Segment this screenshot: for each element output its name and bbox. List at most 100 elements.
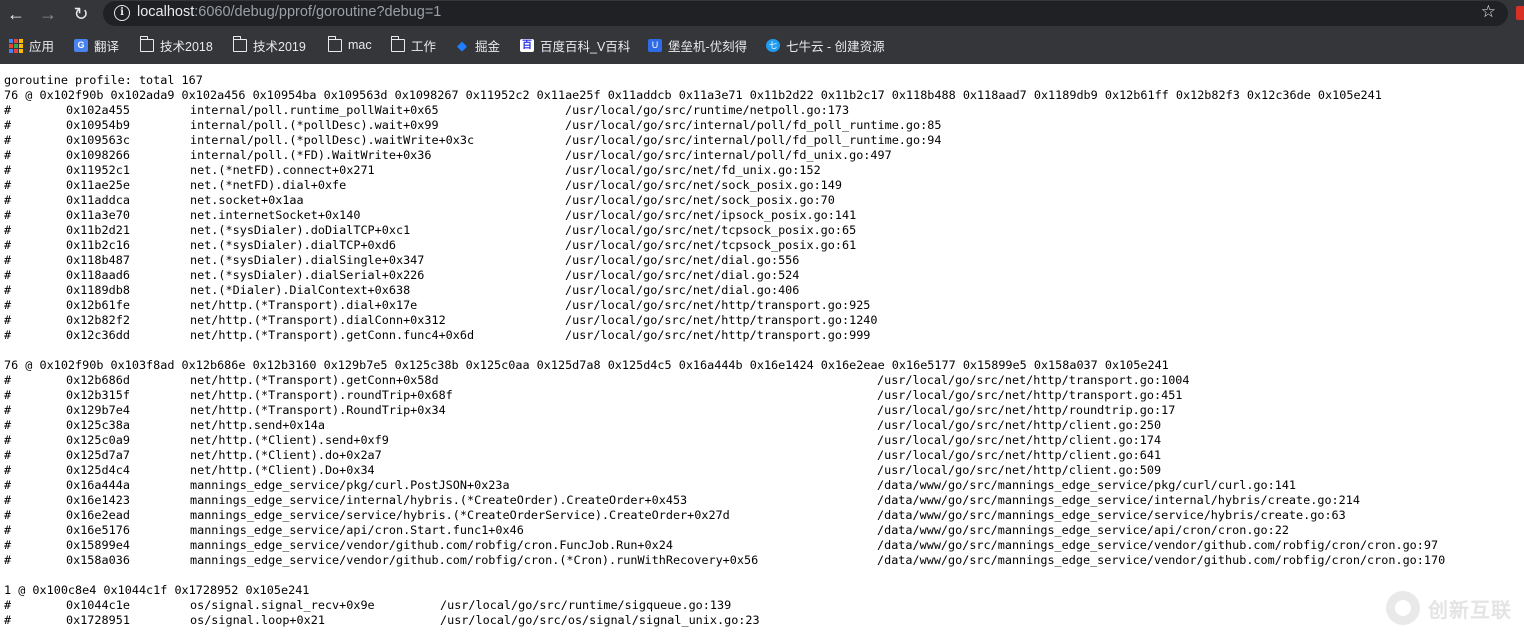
frame-source-path: /usr/local/go/src/internal/poll/fd_poll_…: [565, 118, 942, 132]
profile-text: goroutine profile: total 167 76 @ 0x102f…: [4, 73, 1445, 628]
stack-frame: #0x1728951 os/signal.loop+0x21/usr/local/…: [4, 613, 1382, 628]
bookmark-label: 应用: [29, 39, 55, 54]
frame-function: mannings_edge_service/internal/hybris.(*…: [190, 493, 688, 507]
bookmark-ucloud[interactable]: U 堡垒机-优刻得: [648, 33, 747, 57]
frame-marker: #: [4, 598, 12, 612]
bookmark-label: 技术2018: [160, 39, 213, 54]
frame-marker: #: [4, 478, 12, 492]
frame-source-path: /usr/local/go/src/net/dial.go:556: [565, 253, 800, 267]
stack-frame: #0x125c38a net/http.send+0x14a/usr/local/…: [4, 418, 1382, 433]
frame-source-path: /usr/local/go/src/net/fd_unix.go:152: [565, 163, 821, 177]
stack-frame: #0x12b686d net/http.(*Transport).getConn+…: [4, 373, 1382, 388]
frame-function: internal/poll.(*pollDesc).waitWrite+0x3c: [190, 133, 475, 147]
info-icon[interactable]: i: [114, 5, 130, 21]
url-path: :6060/debug/pprof/goroutine?debug=1: [194, 4, 442, 20]
frame-source-path: /usr/local/go/src/internal/poll/fd_poll_…: [565, 133, 942, 147]
bookmark-translate[interactable]: G 翻译: [74, 33, 119, 57]
frame-address: 0x11b2c16: [66, 238, 130, 252]
frame-source-path: /usr/local/go/src/net/sock_posix.go:149: [565, 178, 842, 192]
frame-marker: #: [4, 313, 12, 327]
frame-function: mannings_edge_service/pkg/curl.PostJSON+…: [190, 478, 510, 492]
baidu-icon: 百: [520, 38, 534, 52]
frame-marker: #: [4, 403, 12, 417]
apps-grid-icon: [9, 38, 23, 53]
url-text[interactable]: localhost:6060/debug/pprof/goroutine?deb…: [137, 4, 441, 20]
bookmark-folder-mac[interactable]: mac: [327, 33, 372, 57]
frame-source-path: /usr/local/go/src/net/http/client.go:509: [877, 463, 1162, 477]
stack-frame: #0x1189db8 net.(*Dialer).DialContext+0x63…: [4, 283, 1382, 298]
frame-function: net/http.send+0x14a: [190, 418, 325, 432]
frame-address: 0x158a036: [66, 553, 130, 567]
stack-frame: #0x16e1423 mannings_edge_service/internal…: [4, 493, 1382, 508]
frame-source-path: /usr/local/go/src/net/http/client.go:250: [877, 418, 1162, 432]
stack-summary: 76 @ 0x102f90b 0x103f8ad 0x12b686e 0x12b…: [4, 358, 1169, 372]
back-arrow-icon[interactable]: ←: [5, 3, 27, 25]
bookmark-apps[interactable]: 应用: [9, 33, 54, 57]
frame-function: internal/poll.runtime_pollWait+0x65: [190, 103, 439, 117]
frame-function: net/http.(*Transport).dial+0x17e: [190, 298, 418, 312]
folder-icon: [390, 35, 405, 52]
reload-icon[interactable]: ↻: [70, 3, 92, 25]
stack-frame: #0x118b487 net.(*sysDialer).dialSingle+0x…: [4, 253, 1382, 268]
frame-marker: #: [4, 463, 12, 477]
frame-function: net.(*sysDialer).doDialTCP+0xc1: [190, 223, 411, 237]
forward-arrow-icon[interactable]: →: [37, 3, 59, 25]
frame-marker: #: [4, 298, 12, 312]
frame-source-path: /usr/local/go/src/runtime/netpoll.go:173: [565, 103, 850, 117]
frame-address: 0x1728951: [66, 613, 130, 627]
extension-icon[interactable]: [1516, 6, 1524, 20]
stack-frame: #0x1098266 internal/poll.(*FD).WaitWrite+…: [4, 148, 1382, 163]
frame-source-path: /usr/local/go/src/net/http/transport.go:…: [565, 298, 871, 312]
stack-frame: #0x16a444a mannings_edge_service/pkg/curl…: [4, 478, 1382, 493]
google-translate-icon: G: [74, 38, 88, 52]
frame-function: net/http.(*Client).do+0x2a7: [190, 448, 382, 462]
frame-source-path: /data/www/go/src/mannings_edge_service/p…: [877, 478, 1297, 492]
frame-source-path: /usr/local/go/src/net/http/roundtrip.go:…: [877, 403, 1176, 417]
frame-marker: #: [4, 133, 12, 147]
frame-source-path: /usr/local/go/src/net/ipsock_posix.go:14…: [565, 208, 857, 222]
frame-marker: #: [4, 163, 12, 177]
frame-function: mannings_edge_service/api/cron.Start.fun…: [190, 523, 524, 537]
bookmark-folder-work[interactable]: 工作: [390, 33, 436, 57]
frame-marker: #: [4, 388, 12, 402]
stack-frame: #0x129b7e4 net/http.(*Transport).RoundTri…: [4, 403, 1382, 418]
stack-frame: #0x125c0a9 net/http.(*Client).send+0xf9/u…: [4, 433, 1382, 448]
frame-address: 0x1044c1e: [66, 598, 130, 612]
frame-address: 0x102a455: [66, 103, 130, 117]
frame-address: 0x118aad6: [66, 268, 130, 282]
frame-source-path: /usr/local/go/src/net/http/transport.go:…: [877, 373, 1190, 387]
frame-function: net.socket+0x1aa: [190, 193, 304, 207]
frame-function: net/http.(*Transport).RoundTrip+0x34: [190, 403, 446, 417]
stack-frame: #0x118aad6 net.(*sysDialer).dialSerial+0x…: [4, 268, 1382, 283]
frame-marker: #: [4, 493, 12, 507]
frame-address: 0x10954b9: [66, 118, 130, 132]
bookmark-baidu[interactable]: 百 百度百科_V百科: [520, 33, 630, 57]
frame-function: net/http.(*Transport).getConn.func4+0x6d: [190, 328, 475, 342]
frame-function: net.(*sysDialer).dialSingle+0x347: [190, 253, 425, 267]
frame-marker: #: [4, 373, 12, 387]
frame-address: 0x1189db8: [66, 283, 130, 297]
bookmark-folder-2018[interactable]: 技术2018: [139, 33, 213, 57]
bookmark-label: 掘金: [475, 39, 501, 54]
frame-marker: #: [4, 328, 12, 342]
frame-marker: #: [4, 538, 12, 552]
address-bar[interactable]: i localhost:6060/debug/pprof/goroutine?d…: [103, 1, 1508, 26]
frame-address: 0x12b82f2: [66, 313, 130, 327]
bookmark-juejin[interactable]: ◆ 掘金: [455, 33, 500, 57]
star-icon[interactable]: ☆: [1481, 2, 1496, 22]
frame-function: net/http.(*Transport).getConn+0x58d: [190, 373, 439, 387]
stack-frame: #0x102a455 internal/poll.runtime_pollWait…: [4, 103, 1382, 118]
frame-address: 0x1098266: [66, 148, 130, 162]
stack-frame: #0x12b61fe net/http.(*Transport).dial+0x1…: [4, 298, 1382, 313]
bookmark-qiniu[interactable]: 七 七牛云 - 创建资源: [766, 33, 885, 57]
frame-marker: #: [4, 418, 12, 432]
frame-marker: #: [4, 208, 12, 222]
frame-source-path: /usr/local/go/src/runtime/sigqueue.go:13…: [440, 598, 732, 612]
bookmark-folder-2019[interactable]: 技术2019: [232, 33, 306, 57]
watermark-logo-icon: [1386, 591, 1420, 625]
bookmark-label: 七牛云 - 创建资源: [786, 39, 885, 54]
frame-address: 0x125c0a9: [66, 433, 130, 447]
frame-address: 0x11952c1: [66, 163, 130, 177]
frame-address: 0x125d7a7: [66, 448, 130, 462]
